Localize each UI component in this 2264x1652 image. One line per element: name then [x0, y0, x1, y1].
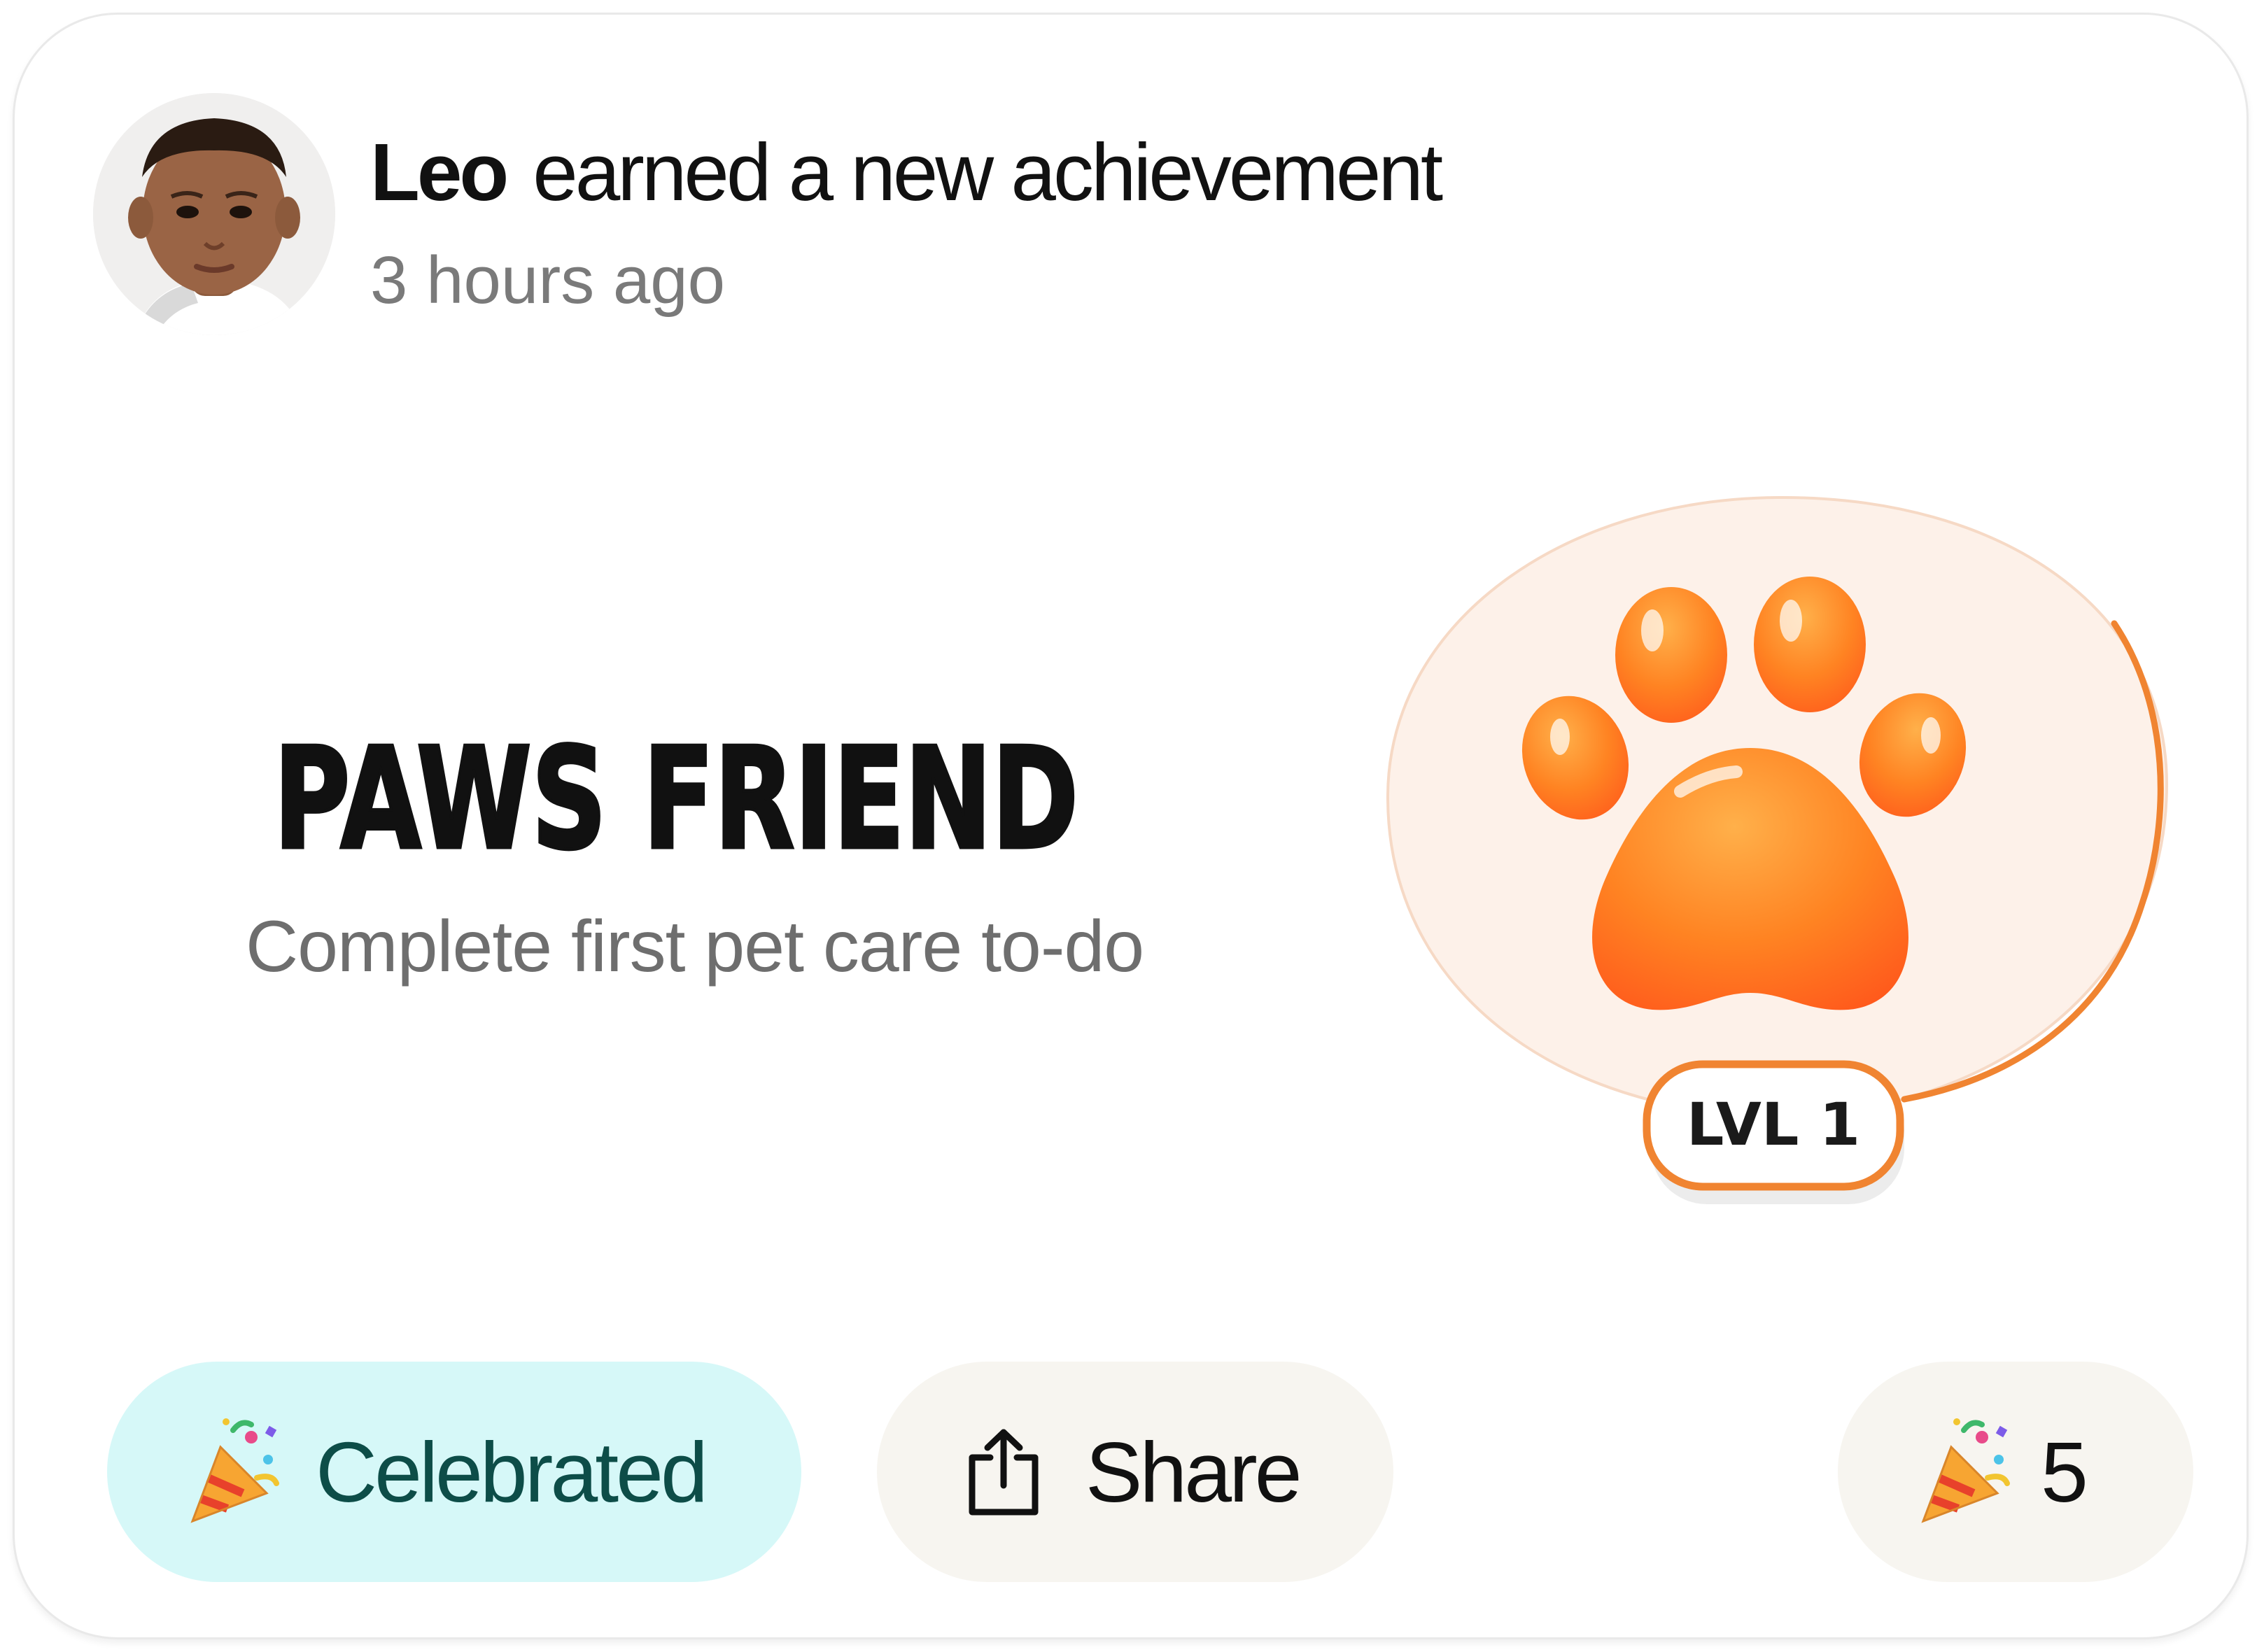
achievement-title-text: PAWS FRIEND [274, 718, 1078, 881]
achievement-title: PAWS FRIEND [272, 716, 1092, 889]
share-label: Share [1085, 1424, 1302, 1520]
post-headline: Leo earned a new achievement [370, 127, 1443, 218]
celebrated-button[interactable]: Celebrated [107, 1362, 801, 1582]
avatar-portrait [93, 93, 335, 335]
party-popper-icon [1915, 1416, 2013, 1528]
achievement-description: Complete first pet care to-do [246, 906, 1144, 987]
user-name[interactable]: Leo [370, 127, 509, 218]
share-upload-icon [965, 1427, 1042, 1518]
party-popper-icon [184, 1416, 282, 1528]
achievement-badge: LVL 1 [1372, 483, 2184, 1232]
achievement-card: Leo earned a new achievement 3 hours ago … [13, 13, 2249, 1639]
celebration-count-button[interactable]: 5 [1838, 1362, 2193, 1582]
level-pill: LVL 1 [1643, 1060, 1904, 1204]
level-label: LVL 1 [1687, 1090, 1860, 1159]
action-text: earned a new achievement [533, 127, 1443, 218]
post-timestamp: 3 hours ago [370, 243, 726, 318]
celebrated-label: Celebrated [316, 1424, 708, 1520]
share-button[interactable]: Share [877, 1362, 1393, 1582]
celebration-count: 5 [2041, 1424, 2088, 1520]
avatar[interactable] [93, 93, 335, 335]
